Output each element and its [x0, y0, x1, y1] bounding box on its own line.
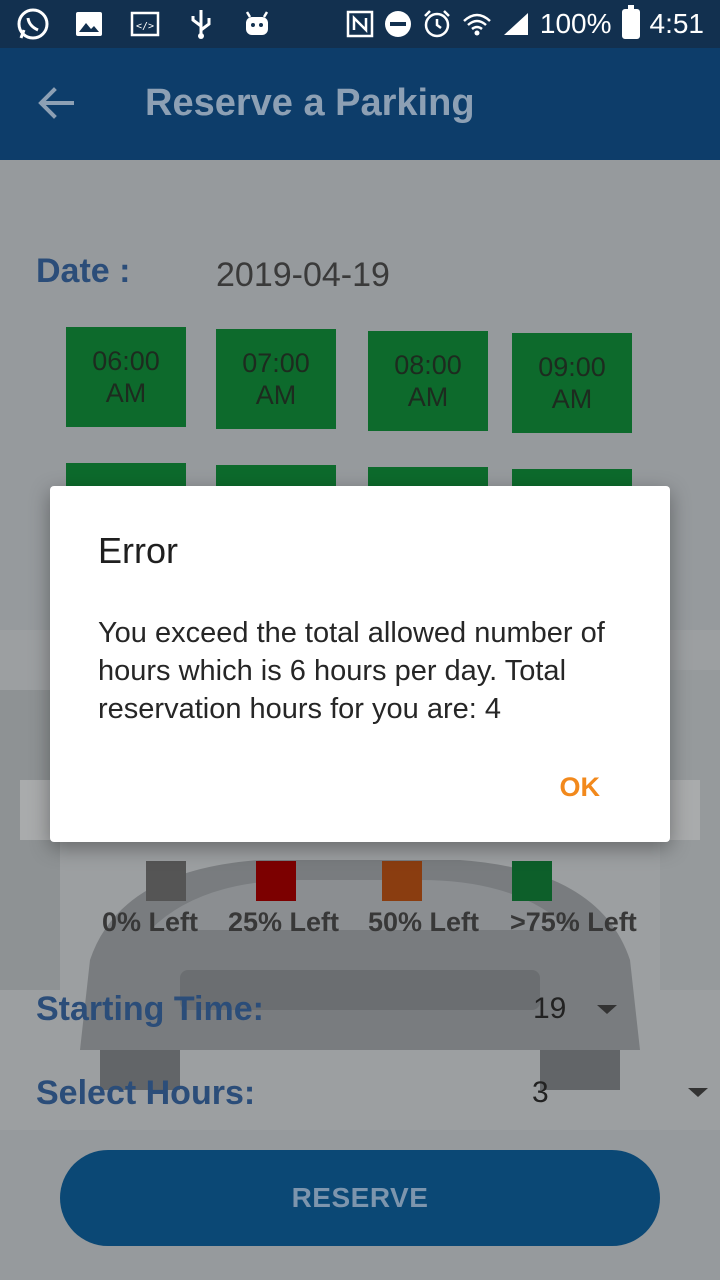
slot-time: 07:00 — [242, 347, 310, 378]
slot-period: AM — [407, 382, 449, 412]
svg-text:</>: </> — [136, 21, 154, 32]
legend-swatch-75 — [512, 861, 552, 901]
select-hours-label: Select Hours: — [36, 1074, 256, 1112]
time-slot[interactable]: 07:00 AM — [216, 329, 336, 429]
date-value[interactable]: 2019-04-19 — [216, 256, 390, 295]
android-icon — [240, 7, 274, 41]
slot-period: AM — [105, 378, 147, 408]
nfc-icon — [346, 10, 374, 38]
clock: 4:51 — [649, 8, 705, 39]
select-hours-select[interactable]: 3 — [532, 1076, 549, 1110]
legend-swatch-50 — [382, 861, 422, 901]
chevron-down-icon[interactable] — [597, 1005, 617, 1014]
date-label: Date : — [36, 252, 131, 290]
system-indicators: 100% 4:51 — [346, 0, 704, 48]
dialog-title: Error — [98, 530, 178, 571]
chevron-down-icon[interactable] — [688, 1088, 708, 1097]
notification-icons: </> — [16, 6, 274, 42]
time-slot[interactable]: 06:00 AM — [66, 327, 186, 427]
time-slot[interactable]: 09:00 AM — [512, 333, 632, 433]
image-icon — [72, 7, 106, 41]
reserve-button[interactable]: RESERVE — [60, 1150, 660, 1246]
slot-time: 09:00 — [538, 351, 606, 382]
slot-period: AM — [551, 384, 593, 414]
do-not-disturb-icon — [384, 11, 411, 37]
dialog-message: You exceed the total allowed number of h… — [98, 617, 605, 725]
starting-time-label: Starting Time: — [36, 990, 264, 1028]
time-slot[interactable]: 08:00 AM — [368, 331, 488, 431]
signal-icon — [503, 13, 528, 35]
legend-label: >75% Left — [510, 907, 637, 937]
error-dialog: Error You exceed the total allowed numbe… — [50, 486, 670, 842]
legend-label: 25% Left — [228, 907, 340, 937]
status-bar: </> 100% 4:51 — [0, 0, 720, 48]
whatsapp-icon — [16, 7, 50, 41]
alarm-icon — [423, 10, 450, 38]
page-title: Reserve a Parking — [145, 82, 475, 124]
battery-percent: 100% — [539, 8, 612, 39]
code-icon: </> — [128, 7, 162, 41]
starting-time-select[interactable]: 19 — [533, 992, 566, 1026]
wifi-icon — [463, 13, 491, 36]
legend-swatch-0 — [146, 861, 186, 901]
legend-swatch-25 — [256, 861, 296, 901]
app-bar: Reserve a Parking — [0, 48, 720, 160]
ok-button[interactable]: OK — [560, 772, 601, 803]
slot-period: AM — [255, 380, 297, 410]
slot-time: 08:00 — [394, 349, 462, 380]
legend-label: 50% Left — [368, 907, 480, 937]
slot-time: 06:00 — [92, 345, 160, 376]
usb-icon — [184, 7, 218, 41]
legend-label: 0% Left — [102, 907, 199, 937]
battery-icon — [621, 5, 640, 39]
arrow-back-icon[interactable] — [32, 78, 82, 128]
